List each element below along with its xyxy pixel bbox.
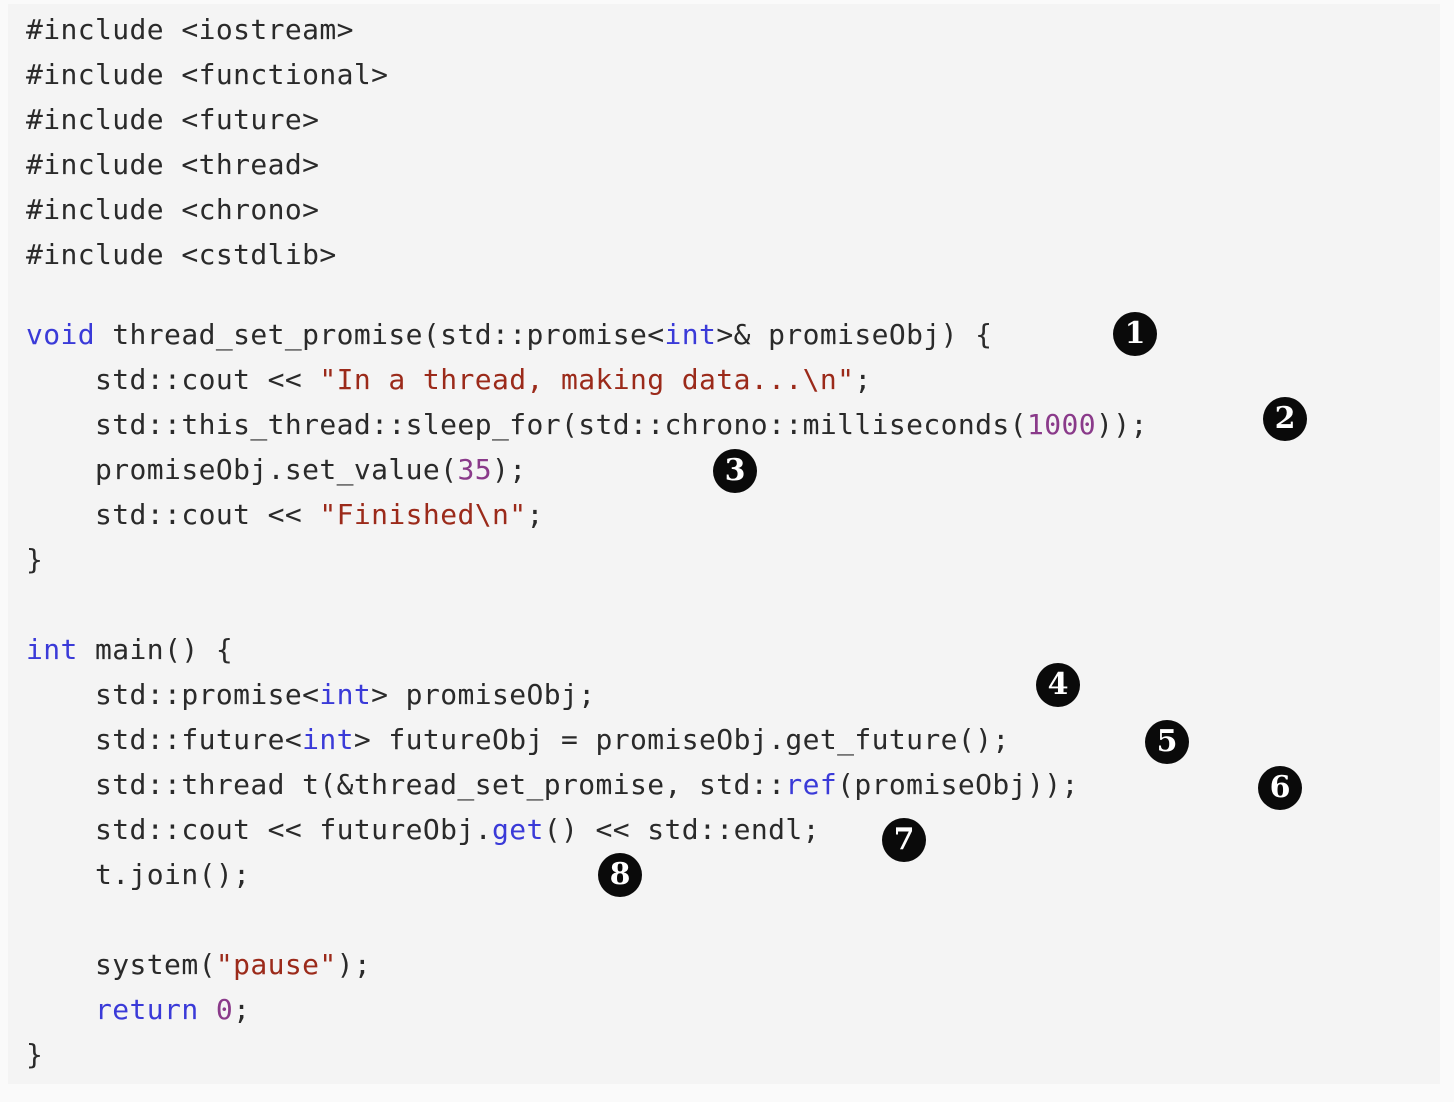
code-line: std::thread t(&thread_set_promise, std::… [26, 765, 1079, 805]
code-token: ); [491, 453, 527, 486]
code-token: #include <iostream> [26, 13, 354, 46]
code-line: } [26, 1035, 43, 1075]
code-line: #include <functional> [26, 55, 388, 95]
code-line: #include <chrono> [26, 190, 319, 230]
code-token: void [26, 318, 96, 351]
code-token: ref [785, 768, 838, 801]
callout-marker-2: 2 [1263, 397, 1307, 441]
code-token: ; [854, 363, 872, 396]
code-token: int [319, 678, 372, 711]
code-token: } [26, 1038, 44, 1071]
code-token: #include <functional> [26, 58, 389, 91]
code-token: #include <chrono> [26, 193, 320, 226]
code-block: #include <iostream> #include <functional>… [8, 4, 1440, 1084]
code-token: std::cout << futureObj. [26, 813, 492, 846]
code-line: std::future<int> futureObj = promiseObj.… [26, 720, 1010, 760]
code-token: 1000 [1026, 408, 1096, 441]
code-token: "Finished\n" [319, 498, 527, 531]
code-line: } [26, 540, 43, 580]
callout-marker-4: 4 [1036, 663, 1080, 707]
code-line: #include <thread> [26, 145, 319, 185]
callout-marker-1: 1 [1113, 312, 1157, 356]
callout-marker-3: 3 [713, 449, 757, 493]
callout-marker-7: 7 [882, 818, 926, 862]
code-token: promiseObj.set_value( [26, 453, 458, 486]
code-token: } [26, 543, 44, 576]
code-token: int [26, 633, 78, 666]
code-token: std::this_thread::sleep_for(std::chrono:… [26, 408, 1027, 441]
code-token: return [95, 993, 199, 1026]
code-token: #include <future> [26, 103, 320, 136]
code-token: 35 [457, 453, 492, 486]
code-line: promiseObj.set_value(35); [26, 450, 526, 490]
code-token: std::thread t(&thread_set_promise, std:: [26, 768, 786, 801]
code-token: 0 [215, 993, 234, 1026]
code-token: )); [1095, 408, 1148, 441]
code-line: std::promise<int> promiseObj; [26, 675, 596, 715]
callout-marker-8: 8 [598, 853, 642, 897]
code-line: system("pause"); [26, 945, 371, 985]
code-token: std::future< [26, 723, 303, 756]
code-line: #include <iostream> [26, 10, 354, 50]
code-token: #include <thread> [26, 148, 320, 181]
code-line: std::cout << "In a thread, making data..… [26, 360, 872, 400]
code-line: #include <cstdlib> [26, 235, 337, 275]
code-token: get [491, 813, 544, 846]
code-token: thread_set_promise(std::promise< [95, 318, 665, 351]
code-token: > promiseObj; [371, 678, 596, 711]
code-line: return 0; [26, 990, 250, 1030]
code-line: std::this_thread::sleep_for(std::chrono:… [26, 405, 1148, 445]
code-line: #include <future> [26, 100, 319, 140]
code-token: ); [336, 948, 372, 981]
code-token: int [302, 723, 354, 756]
code-token: main() { [77, 633, 234, 666]
callout-marker-6: 6 [1258, 766, 1302, 810]
code-line: int main() { [26, 630, 233, 670]
code-token: t.join(); [26, 858, 251, 891]
code-token: "pause" [215, 948, 337, 981]
code-token: ; [233, 993, 251, 1026]
code-line: std::cout << futureObj.get() << std::end… [26, 810, 820, 850]
code-token: "In a thread, making data...\n" [319, 363, 855, 396]
code-token: int [664, 318, 717, 351]
code-line: t.join(); [26, 855, 250, 895]
screenshot-frame: #include <iostream> #include <functional>… [0, 0, 1454, 1102]
code-token: #include <cstdlib> [26, 238, 337, 271]
code-token: system( [26, 948, 216, 981]
code-token: std::cout << [26, 498, 320, 531]
code-token: (promiseObj)); [837, 768, 1079, 801]
code-token: std::promise< [26, 678, 320, 711]
code-token: std::cout << [26, 363, 320, 396]
code-token: >& promiseObj) { [716, 318, 993, 351]
code-token: () << std::endl; [543, 813, 820, 846]
code-token: > futureObj = promiseObj.get_future(); [353, 723, 1010, 756]
code-line: std::cout << "Finished\n"; [26, 495, 544, 535]
callout-marker-5: 5 [1145, 720, 1189, 764]
code-token: ; [526, 498, 544, 531]
code-line: void thread_set_promise(std::promise<int… [26, 315, 992, 355]
